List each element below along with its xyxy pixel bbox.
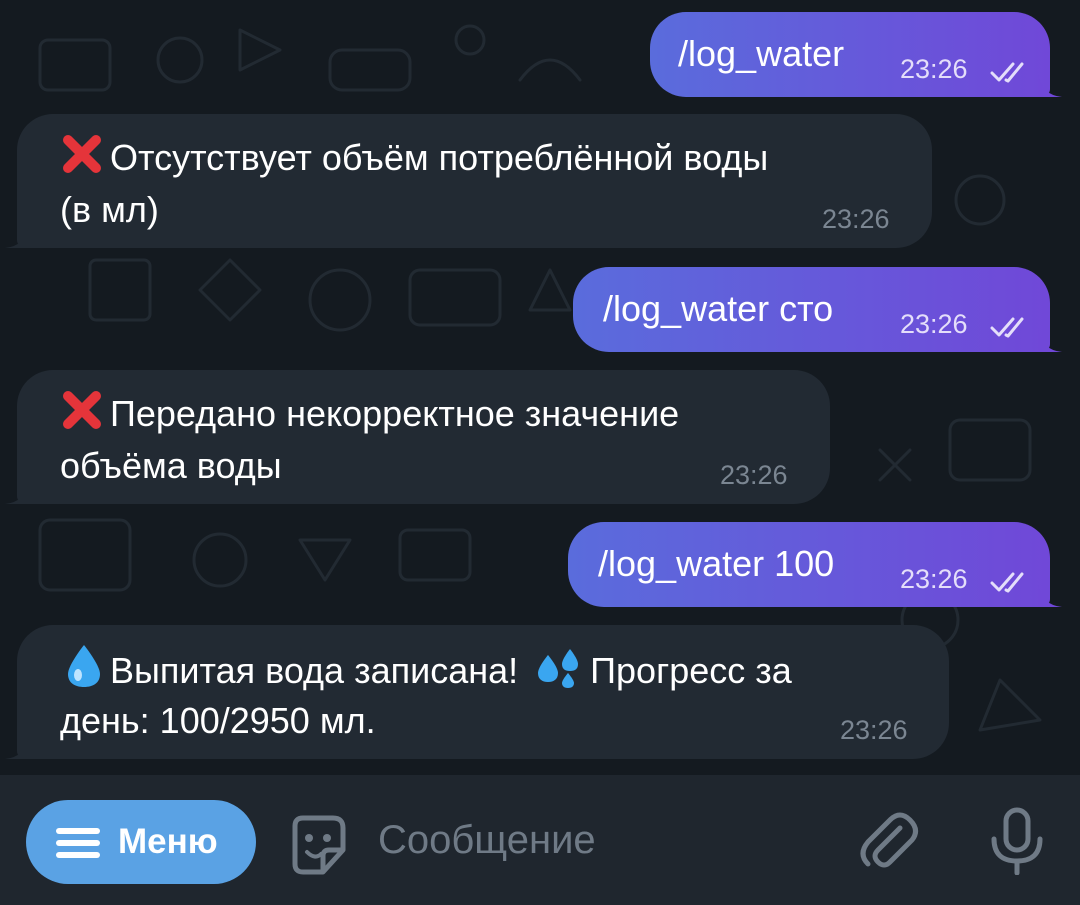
message-input-bar: Меню xyxy=(0,775,1080,905)
sweat-droplets-emoji xyxy=(538,649,579,688)
cross-mark-emoji xyxy=(63,135,101,173)
message-text-part: Выпитая вода записана! xyxy=(110,650,519,691)
sticker-icon[interactable] xyxy=(285,812,351,878)
menu-icon xyxy=(56,828,100,858)
chat-area[interactable]: /log_water 23:26 Отсутствует объём потре… xyxy=(0,0,1080,775)
bubble-tail xyxy=(1038,585,1062,607)
cross-mark-emoji xyxy=(63,391,101,429)
menu-button-label: Меню xyxy=(118,822,218,861)
bubble-tail xyxy=(1038,75,1062,97)
incoming-message[interactable]: Передано некорректное значение объёма во… xyxy=(5,370,830,504)
droplet-emoji xyxy=(68,645,100,687)
message-text-line: Отсутствует объём потреблённой воды xyxy=(110,137,769,178)
message-text: /log_water xyxy=(678,33,845,74)
bubble-tail xyxy=(5,482,29,504)
attach-icon[interactable] xyxy=(858,810,922,874)
incoming-message[interactable]: Отсутствует объём потреблённой воды (в м… xyxy=(5,114,932,248)
double-check-icon xyxy=(990,572,1024,593)
outgoing-message[interactable]: /log_water 23:26 xyxy=(650,12,1062,97)
message-text-part: Прогресс за xyxy=(590,650,792,691)
bubble-tail xyxy=(5,737,29,759)
message-text: /log_water сто xyxy=(603,288,834,329)
bubble-tail xyxy=(5,226,29,248)
double-check-icon xyxy=(990,62,1024,83)
message-text-line: Передано некорректное значение xyxy=(110,393,680,434)
message-time: 23:26 xyxy=(900,54,968,84)
message-time: 23:26 xyxy=(900,309,968,339)
message-time: 23:26 xyxy=(822,204,890,234)
bubble-tail xyxy=(1038,330,1062,352)
double-check-icon xyxy=(990,317,1024,338)
outgoing-message[interactable]: /log_water 100 23:26 xyxy=(568,522,1062,607)
message-time: 23:26 xyxy=(900,564,968,594)
menu-button[interactable]: Меню xyxy=(26,800,256,884)
message-text-line: (в мл) xyxy=(60,189,159,230)
message-time: 23:26 xyxy=(840,715,908,745)
message-text-line: день: 100/2950 мл. xyxy=(60,700,376,741)
message-text-line: объёма воды xyxy=(60,445,282,486)
incoming-message[interactable]: Выпитая вода записана! Прогресс за день:… xyxy=(5,625,949,759)
message-time: 23:26 xyxy=(720,460,788,490)
mic-icon[interactable] xyxy=(988,807,1046,875)
outgoing-message[interactable]: /log_water сто 23:26 xyxy=(573,267,1062,352)
message-text: /log_water 100 xyxy=(598,543,835,584)
message-input[interactable] xyxy=(378,807,838,873)
